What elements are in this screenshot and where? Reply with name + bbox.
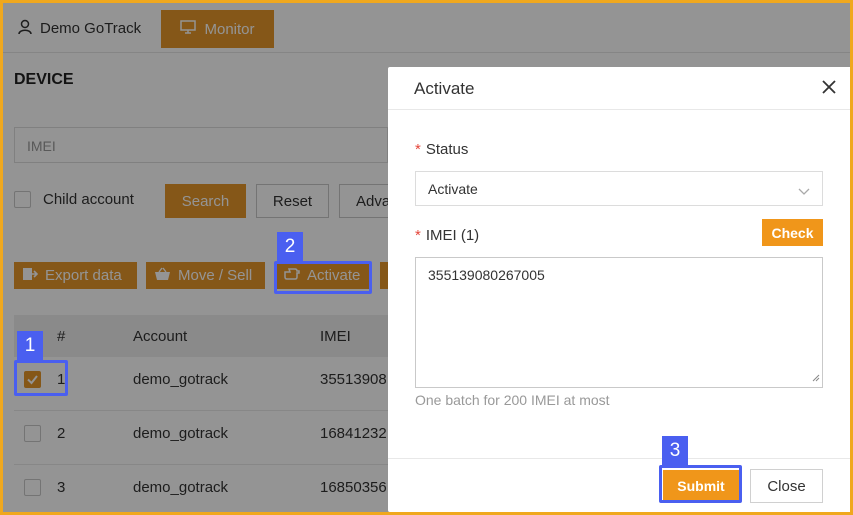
imei-label: * IMEI (1) <box>415 227 479 244</box>
status-label: * Status <box>415 141 468 158</box>
step-2-badge: 2 <box>277 232 303 261</box>
step-1-badge: 1 <box>17 331 43 360</box>
imei-hint: One batch for 200 IMEI at most <box>415 392 610 408</box>
status-select[interactable]: Activate <box>415 171 823 206</box>
imei-label-text: IMEI (1) <box>425 227 480 244</box>
status-label-text: Status <box>425 141 469 158</box>
dialog-header: Activate <box>388 67 850 110</box>
dialog-title: Activate <box>414 79 475 98</box>
close-button[interactable]: Close <box>750 469 823 503</box>
close-icon[interactable] <box>817 75 841 99</box>
imei-textarea[interactable]: 355139080267005 <box>415 257 823 388</box>
activate-dialog: Activate * Status Activate * IMEI (1) Chec… <box>388 67 850 512</box>
status-value: Activate <box>428 181 478 197</box>
dialog-footer: Submit Close <box>388 458 850 512</box>
step-3-highlight <box>659 465 742 503</box>
step-3-badge: 3 <box>662 436 688 465</box>
required-marker: * <box>415 227 421 244</box>
chevron-down-icon <box>798 183 810 199</box>
required-marker: * <box>415 141 421 158</box>
resize-handle-icon[interactable] <box>812 369 820 385</box>
imei-textarea-value: 355139080267005 <box>428 267 545 283</box>
step-2-highlight <box>274 261 372 294</box>
app-frame: Demo GoTrack Monitor DEVICE IMEI Child a… <box>0 0 853 515</box>
step-1-highlight <box>14 360 68 396</box>
check-button[interactable]: Check <box>762 219 823 246</box>
